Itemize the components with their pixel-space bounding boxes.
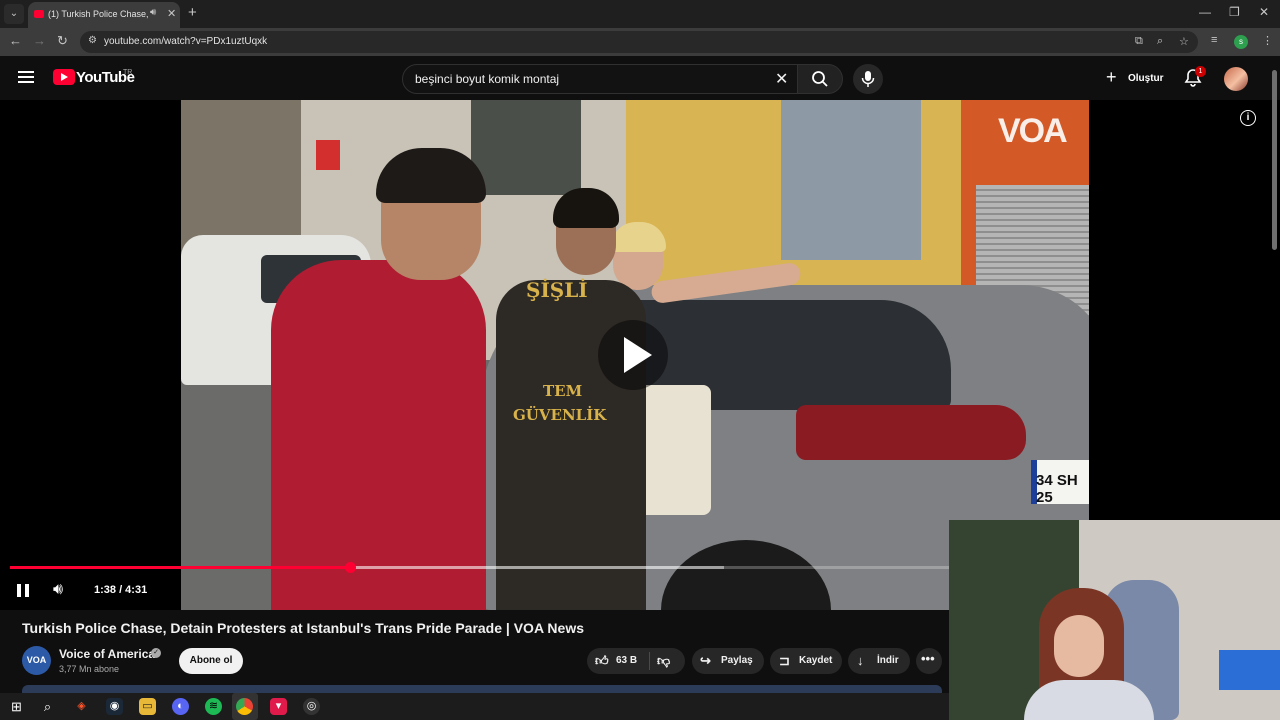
save-label: Kaydet xyxy=(799,655,833,666)
like-divider xyxy=(649,652,650,670)
voice-search-button[interactable] xyxy=(853,64,883,94)
chrome-icon[interactable] xyxy=(236,698,253,715)
plus-icon: + xyxy=(1106,67,1117,87)
windows-taskbar: ⊞ ⌕ ◈ ◉ ▭ ◐ ≋ ▾ ◎ xyxy=(0,693,949,720)
progress-scrubber-handle[interactable] xyxy=(344,562,356,573)
youtube-header: YouTube TR beşinci boyut komik montaj ✕ … xyxy=(0,56,1280,100)
restore-icon[interactable]: ❐ xyxy=(1229,5,1240,19)
tote-bag xyxy=(636,385,711,515)
search-button[interactable] xyxy=(797,64,843,94)
more-actions-button[interactable]: ••• xyxy=(916,648,942,674)
app-icon[interactable]: ▾ xyxy=(270,698,287,715)
clear-search-icon[interactable]: ✕ xyxy=(775,69,788,89)
microphone-icon xyxy=(861,71,875,87)
shelf xyxy=(1219,650,1280,690)
vest-text-middle: TEM xyxy=(543,382,583,400)
progress-played xyxy=(10,566,350,569)
voa-watermark: VOA xyxy=(998,112,1068,150)
person-red-shirt xyxy=(271,260,486,610)
description-box[interactable] xyxy=(22,685,942,693)
search-icon xyxy=(812,71,828,87)
zoom-icon[interactable]: ⌕ xyxy=(1157,35,1163,48)
video-player[interactable]: 34 SH 25 ŞİŞLİ TEM GÜVENLİK VOA 🔊︎ 1:38 … xyxy=(0,100,1089,610)
tab-search-button[interactable]: ⌄ xyxy=(4,4,24,24)
thumbs-down-icon[interactable]: 👎︎ xyxy=(657,653,670,669)
brave-browser-icon[interactable]: ◈ xyxy=(73,698,90,715)
bookmark-icon: ⊐ xyxy=(779,653,790,668)
streamer-face xyxy=(1054,615,1104,677)
spotify-icon[interactable]: ≋ xyxy=(205,698,222,715)
like-count[interactable]: 63 B xyxy=(616,655,637,666)
address-bar[interactable]: ⚙ youtube.com/watch?v=PDx1uztUqxk ⧉ ⌕ ☆ xyxy=(80,31,1198,53)
search-query[interactable]: beşinci boyut komik montaj xyxy=(415,72,559,86)
download-label: İndir xyxy=(877,655,899,666)
save-button[interactable]: ⊐ Kaydet xyxy=(770,648,842,674)
profile-avatar[interactable]: s xyxy=(1234,35,1248,49)
back-icon[interactable]: ← xyxy=(9,33,22,48)
new-tab-button[interactable]: + xyxy=(188,4,197,21)
forward-icon[interactable]: → xyxy=(33,33,46,48)
steam-icon[interactable]: ◉ xyxy=(106,698,123,715)
subscribe-button[interactable]: Abone ol xyxy=(179,648,243,674)
youtube-favicon-icon xyxy=(34,10,44,18)
more-icon: ••• xyxy=(921,651,935,666)
subscriber-count: 3,77 Mn abone xyxy=(59,664,120,674)
media-controls-icon[interactable]: ≡ xyxy=(1211,34,1217,46)
license-plate-text: 34 SH 25 xyxy=(1036,472,1078,506)
time-display: 1:38 / 4:31 xyxy=(94,584,148,596)
search-icon[interactable]: ⌕ xyxy=(39,698,56,715)
create-label: Oluştur xyxy=(1128,73,1164,84)
close-window-icon[interactable]: ✕ xyxy=(1259,5,1269,19)
browser-tab[interactable]: (1) Turkish Police Chase, De 🔊︎ ✕ xyxy=(28,2,180,28)
pause-icon[interactable] xyxy=(17,584,31,597)
site-info-icon[interactable]: ⚙ xyxy=(88,35,97,46)
share-button[interactable]: ↪ Paylaş xyxy=(692,648,764,674)
download-button[interactable]: ↓ İndir xyxy=(848,648,910,674)
youtube-logo-icon[interactable] xyxy=(53,69,75,85)
thumbs-up-icon[interactable]: 👍︎ xyxy=(595,653,609,669)
channel-name[interactable]: Voice of America xyxy=(59,647,155,661)
car-taillight xyxy=(796,405,1026,460)
bookmark-star-icon[interactable]: ☆ xyxy=(1179,35,1189,48)
webcam-overlay xyxy=(949,520,1280,720)
window xyxy=(781,100,921,260)
close-tab-icon[interactable]: ✕ xyxy=(167,7,176,20)
browser-toolbar: ← → ↻ ⚙ youtube.com/watch?v=PDx1uztUqxk … xyxy=(0,28,1280,56)
browser-tab-strip: ⌄ (1) Turkish Police Chase, De 🔊︎ ✕ + — … xyxy=(0,0,1280,28)
download-icon: ↓ xyxy=(857,653,864,668)
like-dislike-group: 👍︎ 63 B 👎︎ xyxy=(587,648,685,674)
tab-title: (1) Turkish Police Chase, De xyxy=(48,9,148,19)
cast-icon[interactable]: ⧉ xyxy=(1135,35,1143,48)
share-icon: ↪ xyxy=(700,653,711,668)
channel-avatar[interactable]: VOA xyxy=(22,646,51,675)
reload-icon[interactable]: ↻ xyxy=(57,33,68,49)
obs-icon[interactable]: ◎ xyxy=(303,698,320,715)
file-explorer-icon[interactable]: ▭ xyxy=(139,698,156,715)
minimize-icon[interactable]: — xyxy=(1199,5,1211,19)
window xyxy=(471,100,581,195)
page-scrollbar[interactable] xyxy=(1272,70,1277,250)
discord-icon[interactable]: ◐ xyxy=(172,698,189,715)
info-icon[interactable]: i xyxy=(1240,110,1256,126)
video-title: Turkish Police Chase, Detain Protesters … xyxy=(22,620,584,636)
vest-text-top: ŞİŞLİ xyxy=(526,278,588,302)
turkish-flag xyxy=(316,140,340,170)
url-text[interactable]: youtube.com/watch?v=PDx1uztUqxk xyxy=(104,36,267,47)
verified-check-icon: ✓ xyxy=(151,648,161,658)
streamer-body xyxy=(1024,680,1154,720)
share-label: Paylaş xyxy=(721,655,753,666)
volume-icon[interactable]: 🔊︎ xyxy=(53,581,63,599)
country-code: TR xyxy=(123,69,133,76)
notification-badge: 1 xyxy=(1195,66,1206,77)
create-button[interactable]: + Oluştur xyxy=(1098,64,1174,94)
browser-menu-icon[interactable]: ⋮ xyxy=(1262,34,1273,47)
windows-start-icon[interactable]: ⊞ xyxy=(8,698,25,715)
vest-text-bottom: GÜVENLİK xyxy=(513,406,607,424)
hamburger-menu-icon[interactable] xyxy=(18,71,34,83)
search-input[interactable]: beşinci boyut komik montaj ✕ xyxy=(402,64,798,94)
audio-playing-icon[interactable]: 🔊︎ xyxy=(150,7,156,18)
play-icon[interactable] xyxy=(598,320,668,390)
account-avatar[interactable] xyxy=(1224,67,1248,91)
